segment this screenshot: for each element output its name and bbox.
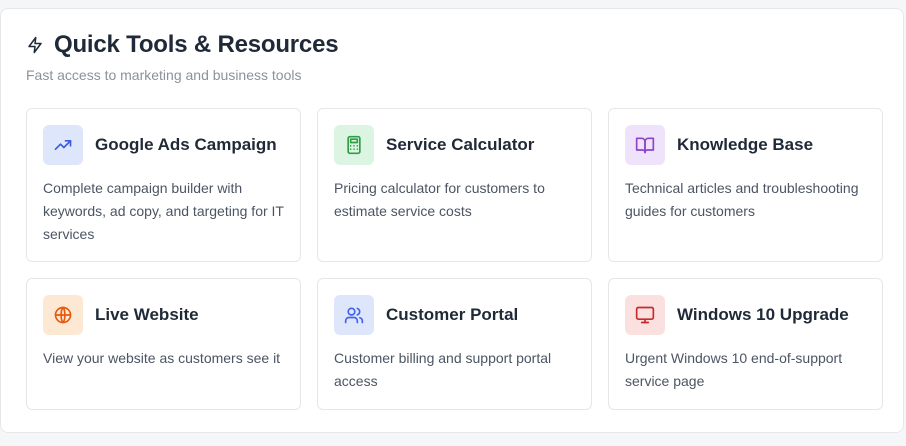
globe-icon	[43, 295, 83, 335]
card-description: Complete campaign builder with keywords,…	[43, 180, 284, 242]
monitor-icon	[625, 295, 665, 335]
card-title: Live Website	[95, 305, 199, 324]
card-title: Service Calculator	[386, 135, 535, 154]
card-title: Google Ads Campaign	[95, 135, 277, 154]
card-title: Customer Portal	[386, 305, 519, 324]
card-description: View your website as customers see it	[43, 350, 281, 366]
tool-card-live-website[interactable]: Live Website View your website as custom…	[26, 278, 301, 410]
tool-card-service-calculator[interactable]: Service Calculator Pricing calculator fo…	[317, 108, 592, 262]
card-description: Technical articles and troubleshooting g…	[625, 180, 859, 219]
card-title: Windows 10 Upgrade	[677, 305, 849, 324]
panel-title: Quick Tools & Resources	[54, 31, 339, 58]
card-description: Customer billing and support portal acce…	[334, 350, 552, 389]
card-description: Urgent Windows 10 end-of-support service…	[625, 350, 843, 389]
tool-card-customer-portal[interactable]: Customer Portal Customer billing and sup…	[317, 278, 592, 410]
tool-card-windows-10-upgrade[interactable]: Windows 10 Upgrade Urgent Windows 10 end…	[608, 278, 883, 410]
calculator-icon	[334, 125, 374, 165]
trending-up-icon	[43, 125, 83, 165]
tool-card-google-ads[interactable]: Google Ads Campaign Complete campaign bu…	[26, 108, 301, 262]
card-header: Customer Portal	[334, 295, 575, 335]
panel-subtitle: Fast access to marketing and business to…	[26, 67, 302, 83]
tools-grid: Google Ads Campaign Complete campaign bu…	[26, 108, 883, 410]
panel-header: Quick Tools & Resources Fast access to m…	[26, 31, 339, 83]
card-header: Knowledge Base	[625, 125, 866, 165]
tool-card-knowledge-base[interactable]: Knowledge Base Technical articles and tr…	[608, 108, 883, 262]
card-header: Windows 10 Upgrade	[625, 295, 866, 335]
quick-tools-panel: Quick Tools & Resources Fast access to m…	[0, 8, 904, 433]
card-description: Pricing calculator for customers to esti…	[334, 180, 545, 219]
card-title: Knowledge Base	[677, 135, 814, 154]
lightning-icon	[26, 35, 44, 55]
users-icon	[334, 295, 374, 335]
title-row: Quick Tools & Resources	[26, 31, 339, 59]
book-open-icon	[625, 125, 665, 165]
card-header: Service Calculator	[334, 125, 575, 165]
card-header: Live Website	[43, 295, 284, 335]
card-header: Google Ads Campaign	[43, 125, 284, 165]
